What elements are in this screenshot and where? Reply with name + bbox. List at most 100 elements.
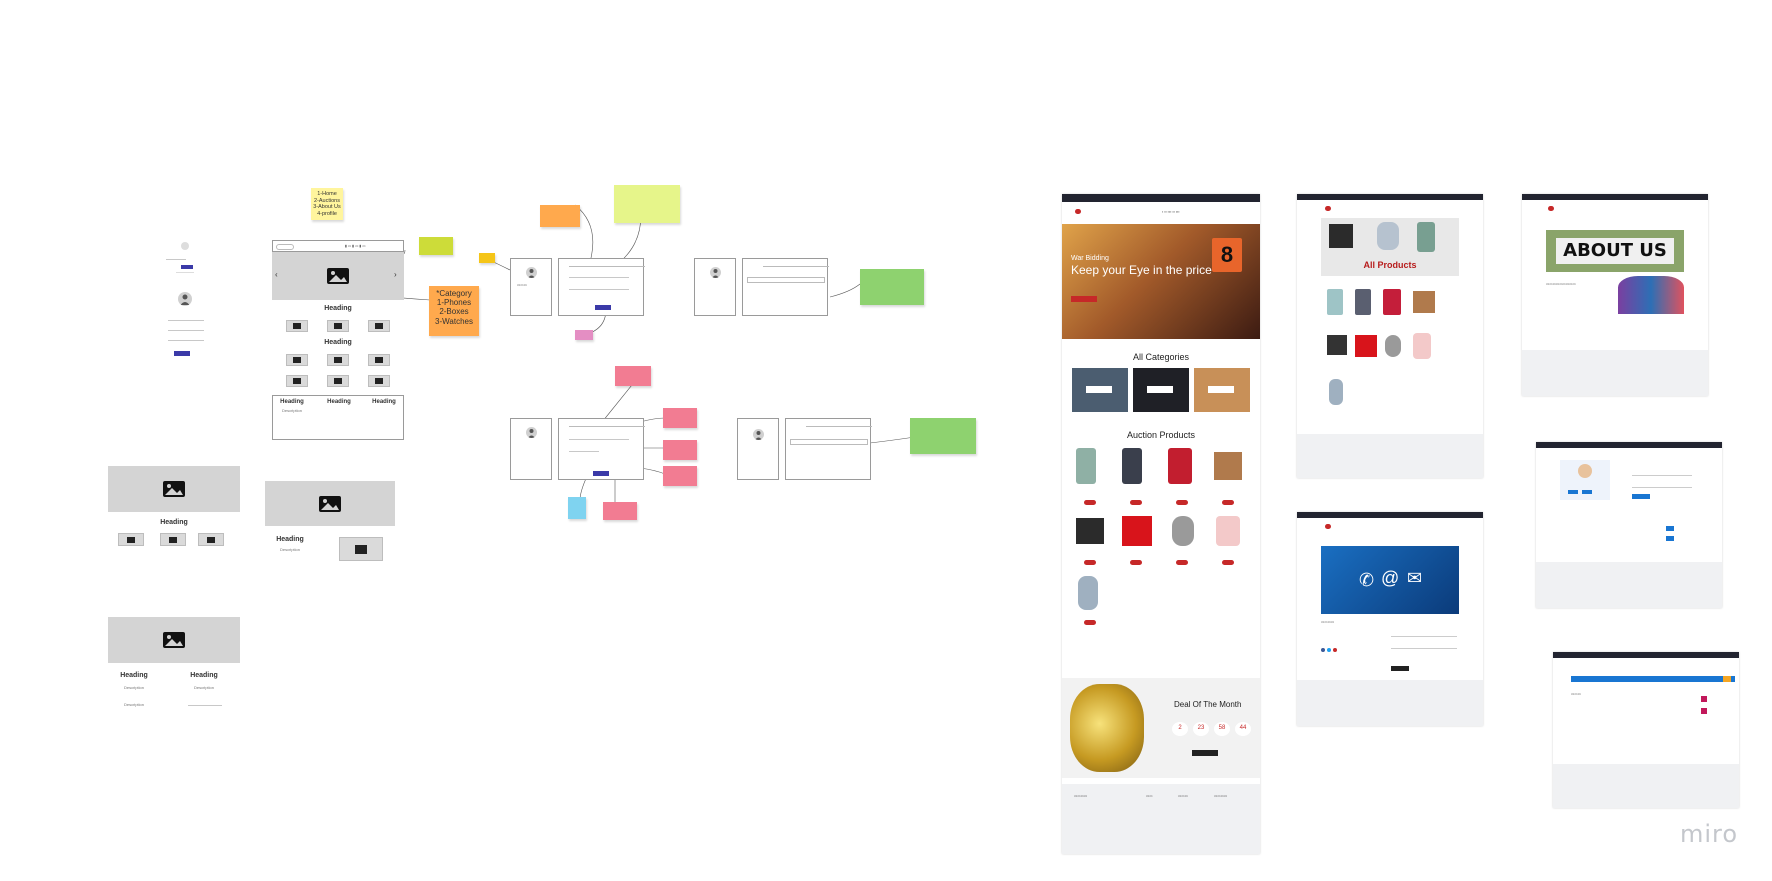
tab-bar[interactable] [569, 259, 645, 267]
tab-bar[interactable] [763, 259, 829, 267]
product-image[interactable] [1355, 289, 1371, 315]
brand-logo[interactable] [1548, 206, 1554, 211]
action-button[interactable] [1666, 526, 1674, 531]
form-field[interactable] [1391, 644, 1457, 649]
tab-bar[interactable] [569, 419, 645, 427]
thumbnail[interactable] [286, 320, 308, 332]
product-image[interactable] [1078, 576, 1098, 610]
sticky-note-pink[interactable] [615, 366, 651, 386]
thumbnail[interactable] [327, 375, 349, 387]
sticky-note-pink[interactable] [663, 440, 697, 460]
bid-button[interactable] [1130, 500, 1142, 505]
submit-button[interactable] [595, 305, 611, 310]
sticky-note-green-small[interactable] [419, 237, 453, 255]
category-card-phones[interactable] [1072, 368, 1128, 412]
facebook-icon[interactable] [1321, 648, 1325, 652]
profile-button[interactable] [1582, 490, 1592, 494]
thumbnail[interactable] [368, 354, 390, 366]
sticky-note-pink[interactable] [663, 466, 697, 486]
form-field[interactable] [1632, 482, 1692, 488]
product-image[interactable] [1122, 448, 1142, 484]
form-field[interactable] [569, 451, 599, 452]
thumbnail[interactable] [327, 320, 349, 332]
save-button[interactable] [1632, 494, 1650, 499]
sticky-note-category[interactable]: *Category 1-Phones 2-Boxes 3-Watches [429, 286, 479, 336]
brand-logo[interactable] [1325, 524, 1331, 529]
thumbnail[interactable] [160, 533, 186, 546]
register-button[interactable] [174, 351, 190, 356]
bid-button[interactable] [1130, 560, 1142, 565]
home-page-mockup[interactable]: ▪ ▪▪ ▪▪▪ ▪▪ ▪▪▪ 8 War Bidding Keep your … [1062, 194, 1260, 854]
action-button[interactable] [1666, 536, 1674, 541]
form-field[interactable] [168, 340, 204, 341]
product-image[interactable] [1122, 516, 1152, 546]
sticky-note-pink[interactable] [603, 502, 637, 520]
contact-page-mockup[interactable]: ✆ @ ✉ ▭▭▭▭ [1297, 512, 1483, 726]
carousel-next-icon[interactable]: › [394, 270, 397, 279]
sticky-note-nav[interactable]: 1-Home 2-Auctions 3-About Us 4-profile [311, 188, 343, 220]
bid-button[interactable] [1176, 560, 1188, 565]
sticky-note-pink-tiny[interactable] [575, 330, 593, 340]
youtube-icon[interactable] [1333, 648, 1337, 652]
bid-button[interactable] [1222, 560, 1234, 565]
form-field[interactable] [599, 277, 629, 278]
product-image[interactable] [1329, 379, 1343, 405]
thumbnail[interactable] [339, 537, 383, 561]
carousel-prev-icon[interactable]: ‹ [275, 270, 278, 279]
form-field[interactable] [569, 289, 599, 290]
product-image[interactable] [1413, 333, 1431, 359]
thumbnail[interactable] [327, 354, 349, 366]
miro-board-canvas[interactable]: { "nav_sticky": {"lines": ["1-Home", "2-… [0, 0, 1772, 881]
login-button[interactable] [181, 265, 193, 269]
form-field[interactable] [168, 330, 204, 331]
product-image[interactable] [1168, 448, 1192, 484]
product-image[interactable] [1076, 448, 1096, 484]
bid-button[interactable] [1084, 500, 1096, 505]
thumbnail[interactable] [286, 375, 308, 387]
brand-logo[interactable] [1325, 206, 1331, 211]
form-field[interactable] [599, 439, 629, 440]
bid-button[interactable] [1176, 500, 1188, 505]
sticky-note-green[interactable] [860, 269, 924, 305]
cart-page-mockup[interactable]: ▭▭▭ [1553, 652, 1739, 808]
product-image[interactable] [1413, 291, 1435, 313]
thumbnail[interactable] [286, 354, 308, 366]
tab-bar[interactable] [806, 419, 872, 427]
profile-page-mockup[interactable] [1536, 442, 1722, 608]
thumbnail[interactable] [198, 533, 224, 546]
product-image[interactable] [1355, 335, 1377, 357]
nav-links[interactable]: ▮ ▭ ▮ ▭ ▮ ▭ [345, 244, 366, 248]
product-image[interactable] [1383, 289, 1401, 315]
remove-icon[interactable] [1701, 708, 1707, 714]
submit-button[interactable] [593, 471, 609, 476]
product-image[interactable] [1385, 335, 1401, 357]
about-page-mockup[interactable]: ABOUT US ▭▭▭▭▭▭▭▭▭ [1522, 194, 1708, 396]
social-icons[interactable] [1321, 648, 1347, 653]
bid-button[interactable] [1084, 620, 1096, 625]
product-image[interactable] [1214, 452, 1242, 480]
category-card-watches[interactable] [1133, 368, 1189, 412]
product-image[interactable] [1327, 335, 1347, 355]
main-nav[interactable]: ▪ ▪▪ ▪▪▪ ▪▪ ▪▪▪ [1162, 210, 1180, 214]
sticky-note-orange[interactable] [540, 205, 580, 227]
thumbnail[interactable] [368, 375, 390, 387]
thumbnail[interactable] [368, 320, 390, 332]
form-field[interactable] [168, 320, 204, 321]
deal-cta-button[interactable] [1192, 750, 1218, 756]
sticky-note-yellow-tiny[interactable] [479, 253, 495, 263]
thumbnail[interactable] [118, 533, 144, 546]
profile-button[interactable] [1568, 490, 1578, 494]
sticky-note-lime[interactable] [614, 185, 680, 223]
send-button[interactable] [1391, 666, 1409, 671]
bid-button[interactable] [1084, 560, 1096, 565]
bid-button[interactable] [1222, 500, 1234, 505]
sticky-note-green[interactable] [910, 418, 976, 454]
form-field[interactable] [569, 277, 599, 278]
products-page-mockup[interactable]: All Products [1297, 194, 1483, 478]
form-field[interactable] [569, 439, 599, 440]
product-image[interactable] [1172, 516, 1194, 546]
category-card-boxes[interactable] [1194, 368, 1250, 412]
product-image[interactable] [1327, 289, 1343, 315]
form-field[interactable] [188, 705, 222, 706]
form-field[interactable] [599, 289, 629, 290]
